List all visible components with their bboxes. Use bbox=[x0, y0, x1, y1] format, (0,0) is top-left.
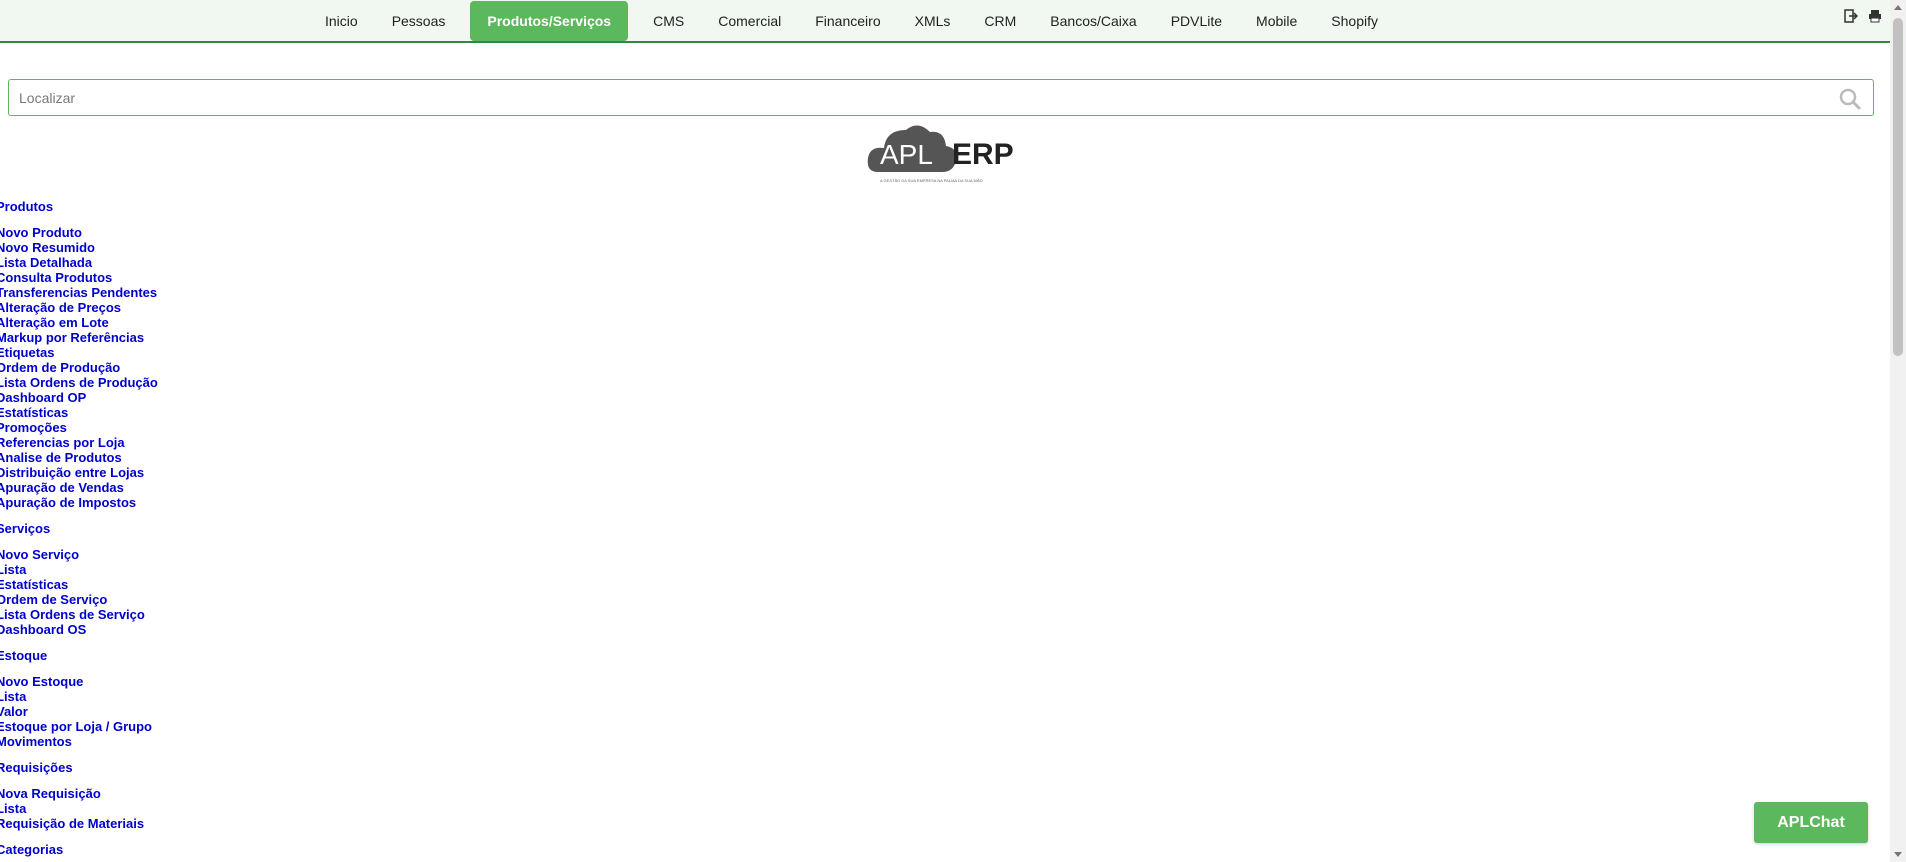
menu-link[interactable]: Distribuição entre Lojas bbox=[0, 465, 158, 480]
products-menu: Produtos Novo Produto Novo Resumido Lista D… bbox=[0, 199, 158, 862]
nav-item-crm[interactable]: CRM bbox=[967, 1, 1033, 41]
menu-link[interactable]: Estoque por Loja / Grupo bbox=[0, 719, 158, 734]
menu-link[interactable]: Apuração de Vendas bbox=[0, 480, 158, 495]
nav-item-xmls[interactable]: XMLs bbox=[898, 1, 968, 41]
scroll-up-arrow-icon[interactable] bbox=[1894, 5, 1902, 10]
menu-link[interactable]: Lista bbox=[0, 801, 158, 816]
menu-link[interactable]: Ordem de Serviço bbox=[0, 592, 158, 607]
page-scrollbar[interactable] bbox=[1890, 0, 1906, 862]
top-navbar: Inicio Pessoas Produtos/Serviços CMS Comerci… bbox=[0, 0, 1890, 43]
menu-link[interactable]: Etiquetas bbox=[0, 345, 158, 360]
menu-link[interactable]: Promoções bbox=[0, 420, 158, 435]
nav-item-financeiro[interactable]: Financeiro bbox=[798, 1, 897, 41]
menu-link[interactable]: Alteração de Preços bbox=[0, 300, 158, 315]
scroll-thumb[interactable] bbox=[1893, 18, 1903, 356]
menu-link[interactable]: Lista bbox=[0, 689, 158, 704]
menu-link[interactable]: Markup por Referências bbox=[0, 330, 158, 345]
menu-link[interactable]: Novo Resumido bbox=[0, 240, 158, 255]
scroll-down-arrow-icon[interactable] bbox=[1894, 852, 1902, 857]
main-nav: Inicio Pessoas Produtos/Serviços CMS Comerci… bbox=[308, 0, 1395, 41]
menu-section: Serviços Novo ServiçoListaEstatísticasOrd… bbox=[0, 521, 158, 637]
nav-item-pessoas[interactable]: Pessoas bbox=[375, 1, 463, 41]
nav-item-comercial[interactable]: Comercial bbox=[701, 1, 798, 41]
menu-link[interactable]: Consulta Produtos bbox=[0, 270, 158, 285]
logout-icon[interactable] bbox=[1844, 9, 1859, 28]
menu-link[interactable]: Referencias por Loja bbox=[0, 435, 158, 450]
menu-link[interactable]: Estatísticas bbox=[0, 577, 158, 592]
logo-erp-text: ERP bbox=[952, 138, 1014, 171]
top-icons bbox=[1844, 9, 1882, 28]
menu-link[interactable]: Lista bbox=[0, 562, 158, 577]
menu-section: Categorias bbox=[0, 842, 158, 857]
menu-link[interactable]: Apuração de Impostos bbox=[0, 495, 158, 510]
print-icon[interactable] bbox=[1868, 9, 1882, 28]
aplchat-button[interactable]: APLChat bbox=[1754, 802, 1868, 843]
search-box bbox=[8, 79, 1874, 116]
menu-link[interactable]: Lista Ordens de Produção bbox=[0, 375, 158, 390]
menu-link[interactable]: Estatísticas bbox=[0, 405, 158, 420]
menu-section: Requisições Nova RequisiçãoListaRequisiçã… bbox=[0, 760, 158, 831]
menu-link[interactable]: Ordem de Produção bbox=[0, 360, 158, 375]
menu-section: Produtos Novo Produto Novo Resumido Lista D… bbox=[0, 199, 158, 510]
menu-link[interactable]: Lista Ordens de Serviço bbox=[0, 607, 158, 622]
logo-tagline: A GESTÃO DA SUA EMPRESA NA PALMA DA SUA … bbox=[880, 178, 983, 183]
menu-link[interactable]: Transferencias Pendentes bbox=[0, 285, 158, 300]
menu-link[interactable]: Requisição de Materiais bbox=[0, 816, 158, 831]
menu-section-title: Requisições bbox=[0, 760, 73, 775]
menu-link[interactable]: Nova Requisição bbox=[0, 786, 158, 801]
menu-link[interactable]: Dashboard OS bbox=[0, 622, 158, 637]
nav-item-produtos-servi-os[interactable]: Produtos/Serviços bbox=[470, 0, 629, 41]
menu-section-title: Categorias bbox=[0, 842, 64, 857]
menu-link[interactable]: Valor bbox=[0, 704, 158, 719]
nav-item-bancos-caixa[interactable]: Bancos/Caixa bbox=[1033, 1, 1153, 41]
logo-apl-text: APL bbox=[880, 139, 933, 170]
menu-link[interactable]: Movimentos bbox=[0, 734, 158, 749]
nav-item-cms[interactable]: CMS bbox=[636, 1, 701, 41]
menu-link[interactable]: Novo Produto bbox=[0, 225, 158, 240]
menu-link[interactable]: Novo Serviço bbox=[0, 547, 158, 562]
menu-section: Estoque Novo EstoqueListaValorEstoque por… bbox=[0, 648, 158, 749]
nav-item-pdvlite[interactable]: PDVLite bbox=[1154, 1, 1239, 41]
menu-link[interactable]: Analise de Produtos bbox=[0, 450, 158, 465]
menu-section-title: Serviços bbox=[0, 521, 51, 536]
nav-item-mobile[interactable]: Mobile bbox=[1239, 1, 1314, 41]
apl-erp-logo: APL ERP A GESTÃO DA SUA EMPRESA NA PALMA… bbox=[866, 118, 1014, 186]
nav-item-inicio[interactable]: Inicio bbox=[308, 1, 375, 41]
nav-item-shopify[interactable]: Shopify bbox=[1314, 1, 1395, 41]
menu-link[interactable]: Lista Detalhada bbox=[0, 255, 158, 270]
menu-section-title: Estoque bbox=[0, 648, 48, 663]
menu-section-title: Produtos bbox=[0, 199, 54, 214]
search-input[interactable] bbox=[9, 80, 1809, 115]
menu-link[interactable]: Dashboard OP bbox=[0, 390, 158, 405]
menu-link[interactable]: Alteração em Lote bbox=[0, 315, 158, 330]
menu-link[interactable]: Novo Estoque bbox=[0, 674, 158, 689]
